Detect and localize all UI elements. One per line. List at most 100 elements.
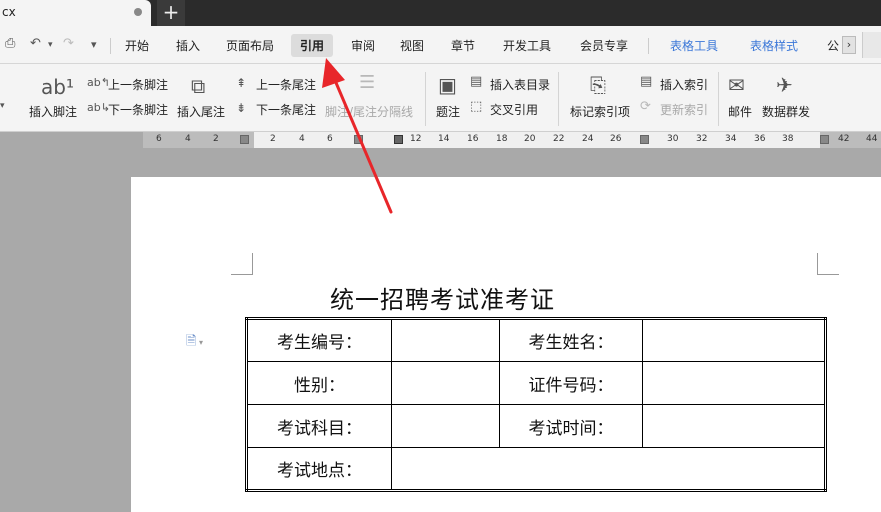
- undo-icon[interactable]: ↶: [30, 36, 41, 51]
- next-endnote-icon: ⇟: [236, 101, 247, 115]
- mail-label: 邮件: [728, 105, 753, 119]
- redo-icon[interactable]: ↷: [63, 36, 74, 51]
- table-row: 性别： 证件号码：: [246, 361, 826, 405]
- undo-dropdown-icon[interactable]: ▾: [48, 40, 53, 50]
- menu-scroll-right-button[interactable]: ›: [842, 36, 856, 54]
- table-cell-label[interactable]: 考试时间：: [499, 404, 643, 448]
- print-preview-icon[interactable]: ⎙: [5, 36, 15, 51]
- insert-endnote-label: 插入尾注: [177, 105, 226, 119]
- menu-bar: ⎙ ↶ ▾ ↷ ▾ 开始 插入 页面布局 引用 审阅 视图 章节 开发工具 会员…: [0, 26, 881, 64]
- menu-developer[interactable]: 开发工具: [503, 37, 551, 54]
- separator-line-icon: ☰: [359, 72, 376, 93]
- ruler-tick: 14: [438, 134, 450, 144]
- ruler-margin-marker[interactable]: [240, 135, 249, 144]
- menu-divider: [110, 38, 111, 54]
- table-cell-label[interactable]: 考生编号：: [246, 318, 392, 362]
- document-tab[interactable]: cx: [0, 0, 151, 26]
- insert-index-label: 插入索引: [660, 78, 709, 92]
- menu-membership[interactable]: 会员专享: [580, 37, 628, 54]
- admission-ticket-table[interactable]: 考生编号： 考生姓名： 性别： 证件号码： 考试科目： 考试时间： 考试地点：: [245, 317, 827, 492]
- table-cell-value[interactable]: [642, 361, 826, 405]
- tab-bar: cx +: [0, 0, 881, 26]
- menu-references[interactable]: 引用: [291, 34, 334, 57]
- margin-corner-mark: [231, 253, 253, 275]
- ruler-tick: 20: [524, 134, 536, 144]
- table-cell-value[interactable]: [391, 447, 826, 491]
- next-endnote-label: 下一条尾注: [256, 103, 317, 117]
- table-cell-value[interactable]: [391, 404, 500, 448]
- ruler-tick: 16: [467, 134, 479, 144]
- ruler-tick: 30: [667, 134, 679, 144]
- table-row: 考生编号： 考生姓名：: [246, 318, 826, 362]
- insert-figure-toc-label: 插入表目录: [490, 78, 551, 92]
- table-cell-label[interactable]: 性别：: [246, 361, 392, 405]
- footnote-separator-label: 脚注/尾注分隔线: [325, 105, 414, 119]
- ruler-tick: 18: [496, 134, 508, 144]
- table-row: 考试地点：: [246, 447, 826, 491]
- next-footnote-label: 下一条脚注: [108, 103, 169, 117]
- endnote-icon: ⧉: [191, 74, 206, 98]
- menu-page-layout[interactable]: 页面布局: [226, 37, 274, 54]
- ribbon-toolbar: ▾ ab¹ 插入脚注 ab↰ 上一条脚注 ab↳ 下一条脚注 ⧉ 插入尾注 ⇞ …: [0, 64, 881, 132]
- document-tab-label: cx: [2, 5, 16, 19]
- table-cell-label[interactable]: 考生姓名：: [499, 318, 643, 362]
- prev-endnote-icon: ⇞: [236, 76, 247, 90]
- ruler-margin-marker[interactable]: [354, 135, 363, 144]
- menu-review[interactable]: 审阅: [351, 37, 375, 54]
- new-tab-button[interactable]: +: [157, 0, 185, 26]
- table-cell-label[interactable]: 考试地点：: [246, 447, 392, 491]
- ruler-tick: 26: [610, 134, 622, 144]
- menu-right-panel: [862, 32, 881, 58]
- ribbon-divider: [425, 72, 426, 126]
- ruler-tick: 6: [327, 134, 333, 144]
- table-cell-value[interactable]: [642, 318, 826, 362]
- menu-overflow-item[interactable]: 公: [827, 37, 839, 54]
- ruler-tick: 42: [838, 134, 850, 144]
- menu-insert[interactable]: 插入: [176, 37, 200, 54]
- prev-footnote-label: 上一条脚注: [108, 78, 169, 92]
- table-cell-value[interactable]: [391, 361, 500, 405]
- ruler-tick: 36: [754, 134, 766, 144]
- menu-home[interactable]: 开始: [125, 37, 149, 54]
- cross-reference-label: 交叉引用: [490, 103, 539, 117]
- figure-toc-icon: ▤: [470, 74, 483, 89]
- mail-icon: ✉: [728, 73, 745, 97]
- mark-index-label: 标记索引项: [570, 105, 631, 119]
- menu-divider: [648, 38, 649, 54]
- table-cell-value[interactable]: [642, 404, 826, 448]
- ruler-tick: 4: [299, 134, 305, 144]
- customize-quick-access-icon[interactable]: ▾: [91, 38, 97, 51]
- indent-marker[interactable]: [394, 135, 403, 144]
- ribbon-left-dropdown-icon[interactable]: ▾: [0, 101, 5, 111]
- unsaved-dot-icon[interactable]: [134, 8, 142, 16]
- insert-footnote-label: 插入脚注: [29, 105, 78, 119]
- prev-footnote-icon: ab↰: [87, 76, 110, 89]
- ruler-column-marker[interactable]: [640, 135, 649, 144]
- update-index-label: 更新索引: [660, 103, 709, 117]
- table-cell-value[interactable]: [391, 318, 500, 362]
- menu-table-tools[interactable]: 表格工具: [670, 37, 718, 54]
- table-cell-label[interactable]: 证件号码：: [499, 361, 643, 405]
- cross-reference-icon: ⬚: [470, 99, 483, 114]
- caption-label: 题注: [436, 105, 461, 119]
- ruler-tick: 6: [156, 134, 162, 144]
- document-title[interactable]: 统一招聘考试准考证: [330, 280, 555, 315]
- mark-index-icon: ⎘: [590, 73, 606, 97]
- menu-view[interactable]: 视图: [400, 37, 424, 54]
- ruler-tick: 4: [185, 134, 191, 144]
- horizontal-ruler[interactable]: 6 4 2 2 4 6 12 14 16 18 20 22 24 26 30 3…: [0, 132, 881, 148]
- ruler-tick: 24: [582, 134, 594, 144]
- table-cell-label[interactable]: 考试科目：: [246, 404, 392, 448]
- prev-endnote-label: 上一条尾注: [256, 78, 317, 92]
- ruler-tick: 44: [866, 134, 878, 144]
- ruler-tick: 2: [213, 134, 219, 144]
- send-icon: ✈: [776, 73, 793, 97]
- ribbon-divider: [718, 72, 719, 126]
- ruler-tick: 32: [696, 134, 708, 144]
- caption-icon: ▣: [438, 73, 457, 97]
- insert-index-icon: ▤: [640, 74, 653, 89]
- ruler-margin-marker[interactable]: [820, 135, 829, 144]
- menu-chapter[interactable]: 章节: [451, 37, 475, 54]
- paragraph-layout-icon[interactable]: 🗎 ▾: [186, 332, 203, 354]
- menu-table-styles[interactable]: 表格样式: [750, 37, 798, 54]
